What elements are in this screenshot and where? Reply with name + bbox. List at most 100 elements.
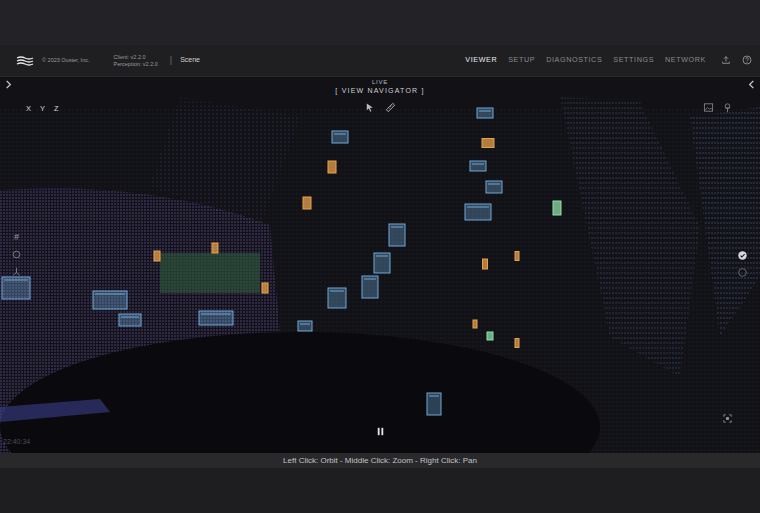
- detected-pedestrian: [154, 251, 160, 261]
- detected-vehicle: [119, 314, 141, 326]
- axis-gizmo-icon[interactable]: [11, 266, 22, 277]
- detected-pedestrian: [483, 259, 488, 269]
- detected-vehicle: [486, 181, 502, 193]
- bounding-box: [553, 201, 561, 215]
- bounding-box: [374, 253, 390, 273]
- nav-tab[interactable]: VIEWER: [465, 53, 497, 68]
- tool-bar: [0, 102, 760, 113]
- detected-pedestrian: [303, 197, 311, 209]
- expand-left-panel-icon[interactable]: [3, 79, 14, 90]
- expand-right-panel-icon[interactable]: [746, 79, 757, 90]
- right-toolbar: [737, 250, 748, 278]
- image-icon[interactable]: [703, 102, 714, 113]
- app-header: © 2023 Ouster, Inc. Client: v2.2.0Percept…: [0, 45, 760, 77]
- bounding-box: [119, 314, 141, 326]
- bounding-box: [212, 243, 218, 253]
- pin-icon[interactable]: [722, 102, 733, 113]
- bounding-box: [328, 161, 336, 173]
- main-nav: VIEWER SETUP DIAGNOSTICS SETTINGS NETWORK: [465, 53, 752, 68]
- layer-toggle[interactable]: [737, 250, 748, 261]
- axis-label[interactable]: X: [26, 103, 31, 114]
- detected-vehicle: [328, 288, 346, 308]
- detected-bicycle: [487, 332, 493, 340]
- bounding-box: [470, 161, 486, 171]
- detected-pedestrian: [473, 320, 477, 328]
- detected-vehicle: [298, 321, 312, 331]
- bounding-box: [389, 224, 405, 246]
- bounding-box: [483, 259, 488, 269]
- axis-label[interactable]: Z: [54, 103, 59, 114]
- bounding-box: [2, 277, 30, 299]
- detected-pedestrian: [515, 339, 519, 348]
- detected-vehicle: [93, 291, 127, 309]
- detected-vehicle: [427, 393, 441, 415]
- view-navigator-label[interactable]: [ VIEW NAVIGATOR ]: [335, 87, 424, 94]
- bounding-box: [465, 204, 491, 220]
- bounding-box: [262, 283, 268, 293]
- nav-tab[interactable]: SETTINGS: [613, 53, 654, 68]
- recenter-icon[interactable]: [722, 413, 733, 424]
- bounding-box: [486, 181, 502, 193]
- axis-label[interactable]: Y: [40, 103, 45, 114]
- bounding-box: [154, 251, 160, 261]
- live-label: LIVE: [0, 79, 760, 86]
- perception-version: Perception: v2.2.0: [113, 61, 157, 68]
- ouster-logo-icon[interactable]: [16, 55, 34, 67]
- detected-bicycle: [553, 201, 561, 215]
- detected-pedestrian: [482, 139, 494, 148]
- ruler-icon[interactable]: [385, 102, 396, 113]
- bounding-box: [93, 291, 127, 309]
- page-backdrop: [0, 0, 760, 45]
- upload-icon[interactable]: [721, 55, 731, 65]
- bounding-box: [477, 108, 493, 118]
- bounding-box: [362, 276, 378, 298]
- playback-controls: [0, 426, 760, 437]
- page-backdrop-bottom: [0, 468, 760, 513]
- bounding-box: [515, 339, 519, 348]
- detected-pedestrian: [262, 283, 268, 293]
- range-ring-icon[interactable]: [11, 249, 22, 260]
- left-toolbar: #: [11, 232, 22, 277]
- detected-vehicle: [374, 253, 390, 273]
- detected-vehicle: [199, 311, 233, 325]
- bounding-box: [482, 139, 494, 148]
- bounding-box: [473, 320, 477, 328]
- detected-vehicle: [465, 204, 491, 220]
- point-cloud-canvas[interactable]: [0, 77, 760, 453]
- detected-vehicle: [470, 161, 486, 171]
- detected-vehicle: [362, 276, 378, 298]
- nav-tab[interactable]: SETUP: [508, 53, 535, 68]
- bounding-box: [515, 252, 519, 261]
- detected-vehicle: [389, 224, 405, 246]
- copyright-text: © 2023 Ouster, Inc.: [42, 57, 89, 64]
- bounding-box: [427, 393, 441, 415]
- version-info: Client: v2.2.0Perception: v2.2.0: [113, 54, 157, 68]
- scene-label: Scene: [180, 55, 200, 66]
- timestamp: 22:40:34: [3, 437, 30, 448]
- grid-toggle[interactable]: #: [11, 232, 22, 243]
- bounding-box: [328, 288, 346, 308]
- point-cloud-viewer[interactable]: LIVE[ VIEW NAVIGATOR ] XYZ #22:40:34: [0, 77, 760, 453]
- help-icon[interactable]: [742, 55, 752, 65]
- detected-pedestrian: [212, 243, 218, 253]
- nav-tab[interactable]: DIAGNOSTICS: [546, 53, 602, 68]
- bounding-box: [487, 332, 493, 340]
- bounding-box: [298, 321, 312, 331]
- pause-icon[interactable]: [375, 426, 386, 437]
- nav-tab[interactable]: NETWORK: [665, 53, 706, 68]
- detected-vehicle: [2, 277, 30, 299]
- controls-hint: Left Click: Orbit - Middle Click: Zoom -…: [0, 453, 760, 468]
- detected-pedestrian: [515, 252, 519, 261]
- detected-vehicle: [332, 131, 348, 143]
- detected-vehicle: [477, 108, 493, 118]
- bounding-box: [199, 311, 233, 325]
- bounding-box: [332, 131, 348, 143]
- view-navigator[interactable]: [ VIEW NAVIGATOR ]: [0, 87, 760, 95]
- bounding-box: [303, 197, 311, 209]
- separator: |: [170, 54, 172, 68]
- axis-labels: XYZ: [26, 103, 59, 114]
- detected-pedestrian: [328, 161, 336, 173]
- layer-toggle[interactable]: [737, 267, 748, 278]
- cursor-icon[interactable]: [364, 102, 375, 113]
- client-version: Client: v2.2.0: [113, 54, 157, 61]
